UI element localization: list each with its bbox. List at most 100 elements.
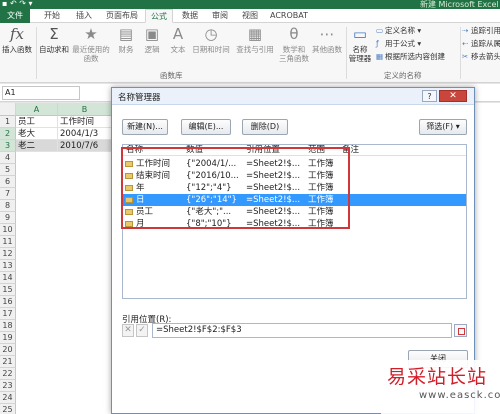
autosum-button[interactable]: Σ 自动求和 [38, 25, 70, 54]
tab-page-layout[interactable]: 页面布局 [102, 9, 142, 23]
filter-label: 筛选(F) [426, 122, 454, 131]
row-header[interactable]: 9 [0, 212, 16, 224]
column-comment-header[interactable]: 备注 [342, 145, 359, 156]
row-header[interactable]: 5 [0, 164, 16, 176]
cell-a2[interactable]: 老大 [16, 128, 58, 140]
row-header[interactable]: 20 [0, 344, 16, 356]
create-icon: ▦ [376, 52, 384, 61]
theta-icon: θ [289, 25, 299, 43]
select-all-corner[interactable] [0, 103, 16, 116]
define-name-button[interactable]: ▭ 定义名称 ▾ [376, 26, 421, 36]
row-header[interactable]: 18 [0, 320, 16, 332]
cell-a1[interactable]: 员工 [16, 116, 58, 128]
name-manager-label-1: 名称 [352, 45, 368, 54]
quick-access-icons[interactable]: ▪ ↶ ↷ ▾ [2, 0, 32, 8]
row-header[interactable]: 13 [0, 260, 16, 272]
row-header[interactable]: 10 [0, 224, 16, 236]
trace-dependents-label: 追踪从属 [471, 39, 500, 48]
row-header[interactable]: 14 [0, 272, 16, 284]
title-bar: ▪ ↶ ↷ ▾ 新建 Microsoft Excel [0, 0, 500, 9]
name-manager-button[interactable]: ▭ 名称 管理器 [347, 25, 373, 63]
value-cell: {"2004/1/... [186, 159, 237, 169]
row-header[interactable]: 22 [0, 368, 16, 380]
name-row[interactable]: 月 {"8";"10"} =Sheet2!$... 工作簿 [123, 218, 466, 230]
math-button[interactable]: θ 数学和 三角函数 [279, 25, 309, 63]
name-row-selected[interactable]: 日 {"26";"14"} =Sheet2!$... 工作簿 [123, 194, 466, 206]
row-header[interactable]: 8 [0, 200, 16, 212]
row-header[interactable]: 11 [0, 236, 16, 248]
new-name-button[interactable]: 新建(N)... [122, 119, 168, 135]
financial-button[interactable]: ▤ 财务 [114, 25, 138, 54]
row-header[interactable]: 25 [0, 404, 16, 414]
remove-arrows-button[interactable]: ✂ 移去箭头 [462, 52, 500, 62]
name-box[interactable]: A1 [2, 86, 80, 100]
column-value-header[interactable]: 数值 [186, 145, 203, 156]
tab-review[interactable]: 审阅 [207, 9, 233, 23]
row-header[interactable]: 4 [0, 152, 16, 164]
scope-cell: 工作簿 [308, 159, 334, 169]
filter-button[interactable]: 筛选(F) ▾ [419, 119, 467, 135]
financial-label: 财务 [118, 45, 134, 54]
text-button[interactable]: A 文本 [166, 25, 190, 54]
use-in-formula-label: 用于公式 [385, 39, 415, 48]
name-row[interactable]: 结束时间 {"2016/10... =Sheet2!$... 工作簿 [123, 170, 466, 182]
lookup-button[interactable]: ▦ 查找与引用 [232, 25, 278, 54]
column-header-b[interactable]: B [58, 103, 112, 116]
row-header[interactable]: 23 [0, 380, 16, 392]
range-picker-icon[interactable] [454, 324, 467, 337]
tab-data[interactable]: 数据 [177, 9, 203, 23]
datetime-button[interactable]: ◷ 日期和时间 [190, 25, 232, 54]
row-header[interactable]: 1 [0, 116, 16, 128]
trace-dependents-button[interactable]: ⇠ 追踪从属 [462, 39, 500, 49]
tab-file[interactable]: 文件 [0, 9, 30, 23]
names-list[interactable]: 名称 数值 引用位置 范围 备注 工作时间 {"2004/1/... =Shee… [122, 144, 467, 299]
row-header[interactable]: 15 [0, 284, 16, 296]
trace-precedents-button[interactable]: ⇢ 追踪引用 [462, 26, 500, 36]
row-header[interactable]: 2 [0, 128, 16, 140]
name-manager-label-2: 管理器 [348, 54, 372, 63]
other-functions-button[interactable]: ⋯ 其他函数 [310, 25, 344, 54]
tab-insert[interactable]: 插入 [70, 9, 98, 23]
tab-view[interactable]: 视图 [237, 9, 263, 23]
create-from-selection-button[interactable]: ▦ 根据所选内容创建 [376, 52, 445, 62]
cell-a3[interactable]: 老二 [16, 140, 58, 152]
row-header[interactable]: 19 [0, 332, 16, 344]
name-row[interactable]: 年 {"12";"4"} =Sheet2!$... 工作簿 [123, 182, 466, 194]
name-row[interactable]: 工作时间 {"2004/1/... =Sheet2!$... 工作簿 [123, 158, 466, 170]
help-button[interactable]: ? [422, 90, 437, 102]
scope-cell: 工作簿 [308, 195, 334, 205]
cancel-edit-icon[interactable]: ✕ [122, 324, 134, 337]
ribbon-tabs: 文件 开始 插入 页面布局 公式 数据 审阅 视图 ACROBAT [0, 9, 500, 23]
row-header[interactable]: 7 [0, 188, 16, 200]
other-label: 其他函数 [312, 45, 342, 54]
edit-name-button[interactable]: 编辑(E)... [181, 119, 231, 135]
column-header-a[interactable]: A [16, 103, 58, 116]
insert-function-button[interactable]: fx 插入函数 [2, 25, 32, 54]
tab-home[interactable]: 开始 [38, 9, 66, 23]
row-header[interactable]: 12 [0, 248, 16, 260]
tab-acrobat[interactable]: ACROBAT [268, 9, 310, 23]
cell-b3[interactable]: 2010/7/6 [58, 140, 112, 152]
use-in-formula-button[interactable]: ƒ 用于公式 ▾ [376, 39, 421, 49]
row-header[interactable]: 24 [0, 392, 16, 404]
row-header[interactable]: 16 [0, 296, 16, 308]
watermark-url: www.easck.com [419, 390, 500, 401]
cell-b1[interactable]: 工作时间 [58, 116, 112, 128]
confirm-edit-icon[interactable]: ✓ [136, 324, 148, 337]
name-row[interactable]: 员工 {"老大";"... =Sheet2!$... 工作簿 [123, 206, 466, 218]
column-ref-header[interactable]: 引用位置 [246, 145, 280, 156]
row-header[interactable]: 6 [0, 176, 16, 188]
refers-to-input[interactable]: =Sheet2!$F$2:$F$3 [152, 323, 452, 338]
recent-functions-button[interactable]: ★ 最近使用的 函数 [72, 25, 110, 63]
row-header[interactable]: 3 [0, 140, 16, 152]
column-name-header[interactable]: 名称 [126, 145, 143, 156]
row-header[interactable]: 21 [0, 356, 16, 368]
delete-name-button[interactable]: 删除(D) [242, 119, 288, 135]
cell-b2[interactable]: 2004/1/3 [58, 128, 112, 140]
row-header[interactable]: 17 [0, 308, 16, 320]
logical-button[interactable]: ▣ 逻辑 [140, 25, 164, 54]
column-scope-header[interactable]: 范围 [308, 145, 325, 156]
named-range-icon [125, 185, 133, 191]
tab-formulas[interactable]: 公式 [145, 9, 173, 23]
dialog-close-button[interactable]: ✕ [439, 90, 467, 102]
